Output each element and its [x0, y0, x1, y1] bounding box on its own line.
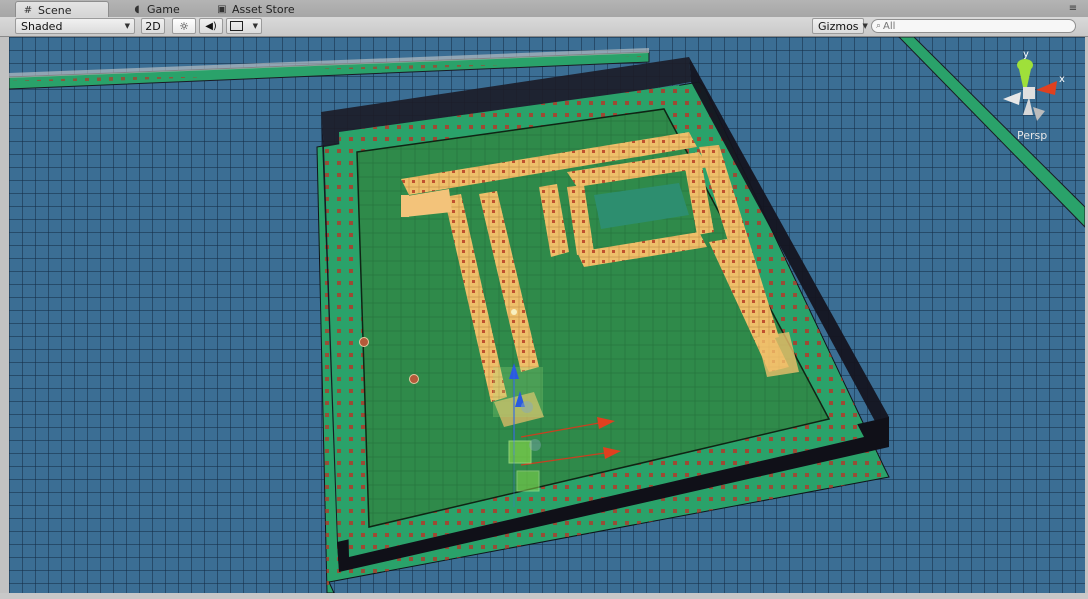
grid-icon: # [23, 5, 33, 16]
gizmo-x-cone[interactable] [1036, 81, 1057, 95]
scene-render[interactable] [9, 37, 1085, 593]
gizmo-y-label: y [1023, 49, 1029, 60]
toggle-2d-label: 2D [145, 19, 161, 33]
search-icon: ⌕ [876, 21, 882, 31]
tab-game-label: Game [147, 3, 180, 16]
pickup-object[interactable] [409, 374, 419, 384]
pickup-object[interactable] [359, 337, 369, 347]
gizmo-z-cone[interactable] [1033, 107, 1045, 121]
store-bag-icon: ▣ [217, 4, 227, 15]
speaker-icon: ◀) [205, 20, 217, 32]
chevron-down-icon: ▼ [124, 22, 130, 30]
tab-scene[interactable]: # Scene [15, 1, 109, 18]
gizmo-center-cube[interactable] [1023, 87, 1035, 99]
scene-search[interactable]: ⌕ [871, 19, 1076, 33]
gizmo-x-label: x [1059, 74, 1065, 85]
image-icon [230, 21, 243, 31]
pacman-icon: ◖ [134, 4, 140, 15]
lighting-toggle-button[interactable]: ☼ [172, 18, 196, 34]
tab-asset-store-label: Asset Store [232, 3, 295, 16]
sun-icon: ☼ [179, 19, 189, 33]
scene-viewport[interactable]: y x Persp [9, 37, 1085, 593]
chevron-down-icon: ▼ [252, 22, 258, 30]
pellet-object[interactable] [511, 309, 517, 315]
plane-handle[interactable] [508, 440, 532, 464]
gizmos-dropdown[interactable]: Gizmos ▼ [812, 18, 868, 34]
gizmos-label: Gizmos [818, 19, 859, 33]
tab-asset-store[interactable]: ▣ Asset Store [210, 1, 315, 17]
plane-handle[interactable] [516, 470, 540, 492]
audio-toggle-button[interactable]: ◀) [199, 18, 223, 34]
gizmo-neg-x-cone[interactable] [1003, 92, 1021, 105]
tab-bar: # Scene ◖ Game ▣ Asset Store ≡ [0, 0, 1088, 18]
tab-game[interactable]: ◖ Game [125, 1, 195, 17]
projection-label[interactable]: Persp [1017, 129, 1047, 142]
search-input[interactable] [883, 20, 1054, 32]
toggle-2d-button[interactable]: 2D [141, 18, 165, 34]
chevron-down-icon: ▼ [862, 22, 868, 30]
gizmo-neg-y-cone[interactable] [1023, 97, 1033, 115]
shading-mode-label: Shaded [21, 19, 63, 33]
window-bottom-edge [0, 593, 1088, 599]
shading-mode-dropdown[interactable]: Shaded ▼ [15, 18, 135, 34]
tab-scene-label: Scene [38, 4, 72, 17]
tab-menu-icon[interactable]: ≡ [1066, 2, 1080, 14]
effects-dropdown[interactable]: ▼ [226, 18, 262, 34]
